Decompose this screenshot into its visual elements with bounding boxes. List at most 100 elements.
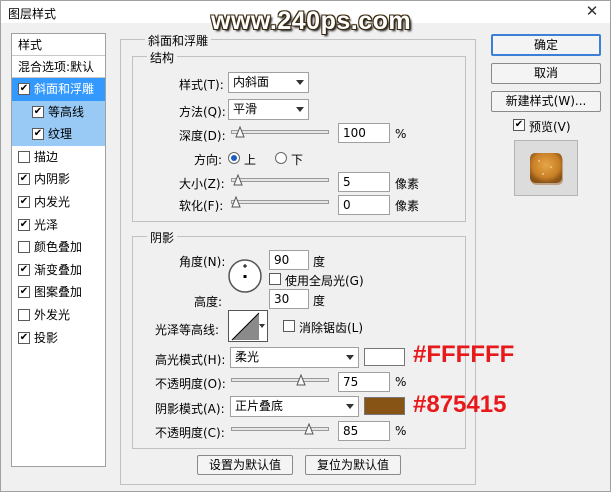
depth-label: 深度(D): — [179, 129, 226, 143]
antialias-label: 消除锯齿(L) — [299, 321, 364, 335]
highlight-opacity-input[interactable]: 75 — [338, 372, 390, 392]
styles-list: 样式 混合选项:默认 ✔ 斜面和浮雕 ✔ 等高线 ✔ 纹理 描边 ✔ 内阴影 ✔ 内发光 ✔ 光泽 颜色叠… — [11, 33, 106, 467]
style-item[interactable]: ✔ 内阴影 — [12, 168, 105, 191]
highlight-opacity-thumb[interactable] — [296, 374, 306, 386]
size-label: 大小(Z): — [179, 177, 225, 191]
size-slider[interactable] — [231, 174, 329, 186]
style-item-checkbox[interactable]: ✔ — [32, 128, 44, 141]
direction-down-label: 下 — [291, 153, 304, 167]
style-item[interactable]: 颜色叠加 — [12, 236, 105, 259]
highlight-mode-value: 柔光 — [235, 350, 260, 364]
style-item-checkbox[interactable]: ✔ — [18, 331, 30, 344]
direction-up-radio[interactable] — [228, 152, 240, 164]
shadow-opacity-slider[interactable] — [231, 423, 329, 435]
angle-dial[interactable] — [227, 258, 263, 294]
global-light-checkbox[interactable] — [269, 273, 281, 285]
contour-preview-icon — [231, 312, 260, 341]
antialias-checkbox[interactable] — [283, 320, 295, 332]
chevron-down-icon — [296, 80, 304, 85]
style-item[interactable]: ✔ 等高线 — [12, 100, 105, 124]
soften-slider-thumb[interactable] — [231, 196, 241, 208]
depth-slider[interactable] — [231, 126, 329, 138]
style-item-label: 内发光 — [34, 194, 71, 209]
style-item-checkbox[interactable]: ✔ — [18, 218, 30, 231]
highlight-opacity-slider[interactable] — [231, 374, 329, 386]
shadow-opacity-unit: % — [395, 424, 407, 438]
new-style-button[interactable]: 新建样式(W)... — [491, 91, 601, 112]
style-label: 样式(T): — [179, 78, 224, 92]
chevron-down-icon — [346, 355, 354, 360]
altitude-input[interactable]: 30 — [269, 289, 309, 309]
ok-button[interactable]: 确定 — [491, 34, 601, 56]
gloss-contour-label: 光泽等高线: — [155, 323, 220, 337]
soften-label: 软化(F): — [179, 199, 224, 213]
style-item-checkbox[interactable]: ✔ — [18, 195, 30, 208]
style-item-checkbox[interactable] — [18, 241, 30, 254]
style-item[interactable]: ✔ 图案叠加 — [12, 281, 105, 304]
close-icon[interactable]: ✕ — [581, 3, 603, 20]
style-item[interactable]: ✔ 投影 — [12, 327, 105, 350]
shadow-opacity-thumb[interactable] — [304, 423, 314, 435]
shadow-hex-annotation: #875415 — [413, 391, 507, 418]
style-select[interactable]: 内斜面 — [228, 72, 309, 93]
window-title: 图层样式 — [8, 7, 57, 21]
size-slider-thumb[interactable] — [233, 174, 243, 186]
highlight-hex-annotation: #FFFFFF — [413, 341, 515, 368]
style-item-label: 内阴影 — [34, 172, 71, 187]
angle-unit: 度 — [313, 255, 326, 269]
highlight-opacity-label: 不透明度(O): — [155, 377, 226, 391]
style-item[interactable]: ✔ 光泽 — [12, 214, 105, 237]
style-item[interactable]: ✔ 渐变叠加 — [12, 259, 105, 282]
gloss-contour-picker[interactable] — [228, 310, 268, 342]
style-item-label: 等高线 — [48, 104, 85, 119]
style-item-checkbox[interactable] — [18, 150, 30, 163]
style-item[interactable]: 描边 — [12, 146, 105, 169]
direction-down-radio[interactable] — [275, 152, 287, 164]
reset-default-button[interactable]: 复位为默认值 — [305, 455, 401, 475]
size-unit: 像素 — [395, 177, 420, 191]
shadow-opacity-input[interactable]: 85 — [338, 421, 390, 441]
highlight-color-swatch[interactable] — [364, 348, 405, 366]
shadow-color-swatch[interactable] — [364, 397, 405, 415]
depth-slider-thumb[interactable] — [235, 126, 245, 138]
style-item-checkbox[interactable]: ✔ — [18, 173, 30, 186]
style-preview-thumbnail — [514, 140, 578, 196]
altitude-label: 高度: — [194, 295, 223, 309]
style-item-checkbox[interactable] — [18, 308, 30, 321]
style-item[interactable]: 外发光 — [12, 304, 105, 327]
style-item[interactable]: ✔ 纹理 — [12, 123, 105, 146]
style-item-label: 描边 — [34, 149, 59, 164]
preview-checkbox[interactable]: ✔ — [513, 119, 525, 131]
style-item-label: 颜色叠加 — [34, 240, 83, 255]
angle-label: 角度(N): — [179, 255, 226, 269]
soften-input[interactable]: 0 — [338, 195, 390, 215]
shadow-mode-select[interactable]: 正片叠底 — [230, 396, 359, 417]
style-item-label: 纹理 — [48, 127, 73, 142]
style-item-label: 光泽 — [34, 217, 59, 232]
soften-slider[interactable] — [231, 196, 329, 208]
angle-input[interactable]: 90 — [269, 250, 309, 270]
style-item-checkbox[interactable]: ✔ — [32, 105, 44, 118]
cancel-button[interactable]: 取消 — [491, 63, 601, 84]
method-select-value: 平滑 — [233, 102, 258, 116]
make-default-button[interactable]: 设置为默认值 — [197, 455, 293, 475]
cookie-preview-image — [530, 153, 563, 185]
depth-input[interactable]: 100 — [338, 123, 390, 143]
style-item[interactable]: ✔ 斜面和浮雕 — [12, 78, 105, 101]
method-select[interactable]: 平滑 — [228, 99, 309, 120]
chevron-down-icon — [296, 107, 304, 112]
style-item-checkbox[interactable]: ✔ — [18, 263, 30, 276]
chevron-down-icon — [259, 324, 265, 328]
style-select-value: 内斜面 — [233, 75, 270, 89]
style-item[interactable]: ✔ 内发光 — [12, 191, 105, 214]
styles-header[interactable]: 样式 — [12, 34, 105, 56]
style-item-checkbox[interactable]: ✔ — [18, 83, 30, 95]
blending-options-item[interactable]: 混合选项:默认 — [12, 56, 105, 78]
direction-up-label: 上 — [244, 153, 257, 167]
direction-label: 方向: — [194, 153, 223, 167]
size-input[interactable]: 5 — [338, 172, 390, 192]
highlight-mode-select[interactable]: 柔光 — [230, 347, 359, 368]
angle-dial-icon — [228, 259, 262, 293]
style-item-checkbox[interactable]: ✔ — [18, 286, 30, 299]
method-label: 方法(Q): — [179, 105, 226, 119]
